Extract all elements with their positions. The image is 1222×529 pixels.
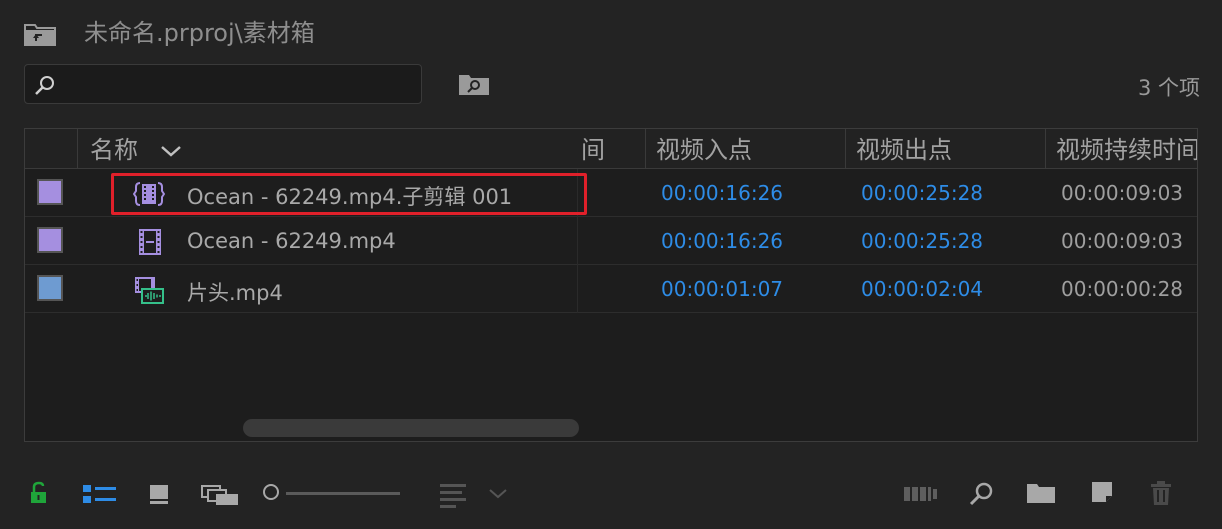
video-duration: 00:00:09:03 [1061, 181, 1184, 205]
label-color-swatch[interactable] [37, 179, 63, 205]
clip-name[interactable]: 片头.mp4 [187, 277, 283, 307]
sort-icons-button[interactable] [440, 482, 468, 512]
list-view-button[interactable] [82, 484, 118, 508]
column-header-video-in[interactable]: 视频入点 [645, 129, 845, 168]
column-divider [577, 217, 578, 265]
search-field[interactable] [24, 64, 422, 104]
video-in-point[interactable]: 00:00:01:07 [661, 277, 783, 301]
video-clip-icon [139, 229, 161, 255]
column-header-name-label: 名称 [90, 136, 138, 164]
freeform-view-icon [201, 485, 238, 505]
search-icon [35, 76, 54, 95]
video-duration: 00:00:00:28 [1061, 277, 1184, 301]
search-input[interactable] [69, 71, 413, 99]
new-bin-icon [1027, 484, 1055, 503]
list-view-icon [83, 485, 116, 503]
column-header-name[interactable]: 名称 [77, 129, 581, 168]
selection-highlight [111, 173, 587, 215]
table-row[interactable]: 片头.mp4 00:00:01:07 00:00:02:04 00:00:00:… [25, 265, 1197, 313]
sort-icon [440, 484, 466, 508]
breadcrumb: 未命名.prproj\素材箱 [84, 19, 315, 47]
column-header-video-duration[interactable]: 视频持续时间 [1045, 129, 1197, 168]
automate-to-sequence-button[interactable] [904, 486, 938, 506]
lock-button[interactable] [28, 480, 50, 510]
video-out-point[interactable]: 00:00:25:28 [861, 181, 983, 205]
icon-view-icon [150, 485, 168, 504]
zoom-slider-track[interactable] [286, 492, 400, 495]
find-icon [969, 482, 993, 506]
item-count: 3 个项 [1137, 76, 1200, 100]
column-header-truncated[interactable]: 间 [581, 129, 645, 168]
table-row[interactable]: Ocean - 62249.mp4 00:00:16:26 00:00:25:2… [25, 217, 1197, 265]
find-button[interactable] [968, 480, 996, 512]
trash-button[interactable] [1150, 480, 1172, 510]
label-color-swatch[interactable] [37, 227, 63, 253]
trash-icon [1151, 481, 1171, 505]
column-header-video-out[interactable]: 视频出点 [845, 129, 1045, 168]
chevron-down-icon [489, 489, 507, 499]
horizontal-scrollbar[interactable] [243, 419, 579, 437]
column-divider [577, 265, 578, 313]
project-list-panel: 名称 间 视频入点 视频出点 视频持续时间 Ocean - 62249.mp4.… [24, 128, 1198, 442]
new-search-bin-button[interactable] [458, 72, 490, 96]
video-out-point[interactable]: 00:00:02:04 [861, 277, 983, 301]
video-in-point[interactable]: 00:00:16:26 [661, 229, 783, 253]
lock-open-icon [31, 481, 46, 503]
video-in-point[interactable]: 00:00:16:26 [661, 181, 783, 205]
automate-to-sequence-icon [904, 487, 937, 501]
new-item-icon [1092, 482, 1112, 502]
column-header-label[interactable] [25, 129, 77, 168]
new-bin-button[interactable] [1026, 482, 1056, 508]
new-item-button[interactable] [1090, 480, 1114, 508]
column-header-row: 名称 间 视频入点 视频出点 视频持续时间 [25, 129, 1197, 169]
folder-up-icon [24, 24, 56, 46]
sort-dropdown-button[interactable] [488, 486, 508, 505]
video-out-point[interactable]: 00:00:25:28 [861, 229, 983, 253]
search-bin-icon [459, 75, 489, 95]
parent-bin-button[interactable] [24, 22, 56, 46]
video-duration: 00:00:09:03 [1061, 229, 1184, 253]
label-color-swatch[interactable] [37, 275, 63, 301]
clip-name[interactable]: Ocean - 62249.mp4 [187, 229, 396, 253]
zoom-slider-handle[interactable] [263, 484, 279, 500]
chevron-down-icon[interactable] [160, 144, 182, 158]
icon-view-button[interactable] [148, 484, 172, 510]
freeform-view-button[interactable] [200, 484, 240, 510]
av-clip-icon [135, 277, 164, 304]
